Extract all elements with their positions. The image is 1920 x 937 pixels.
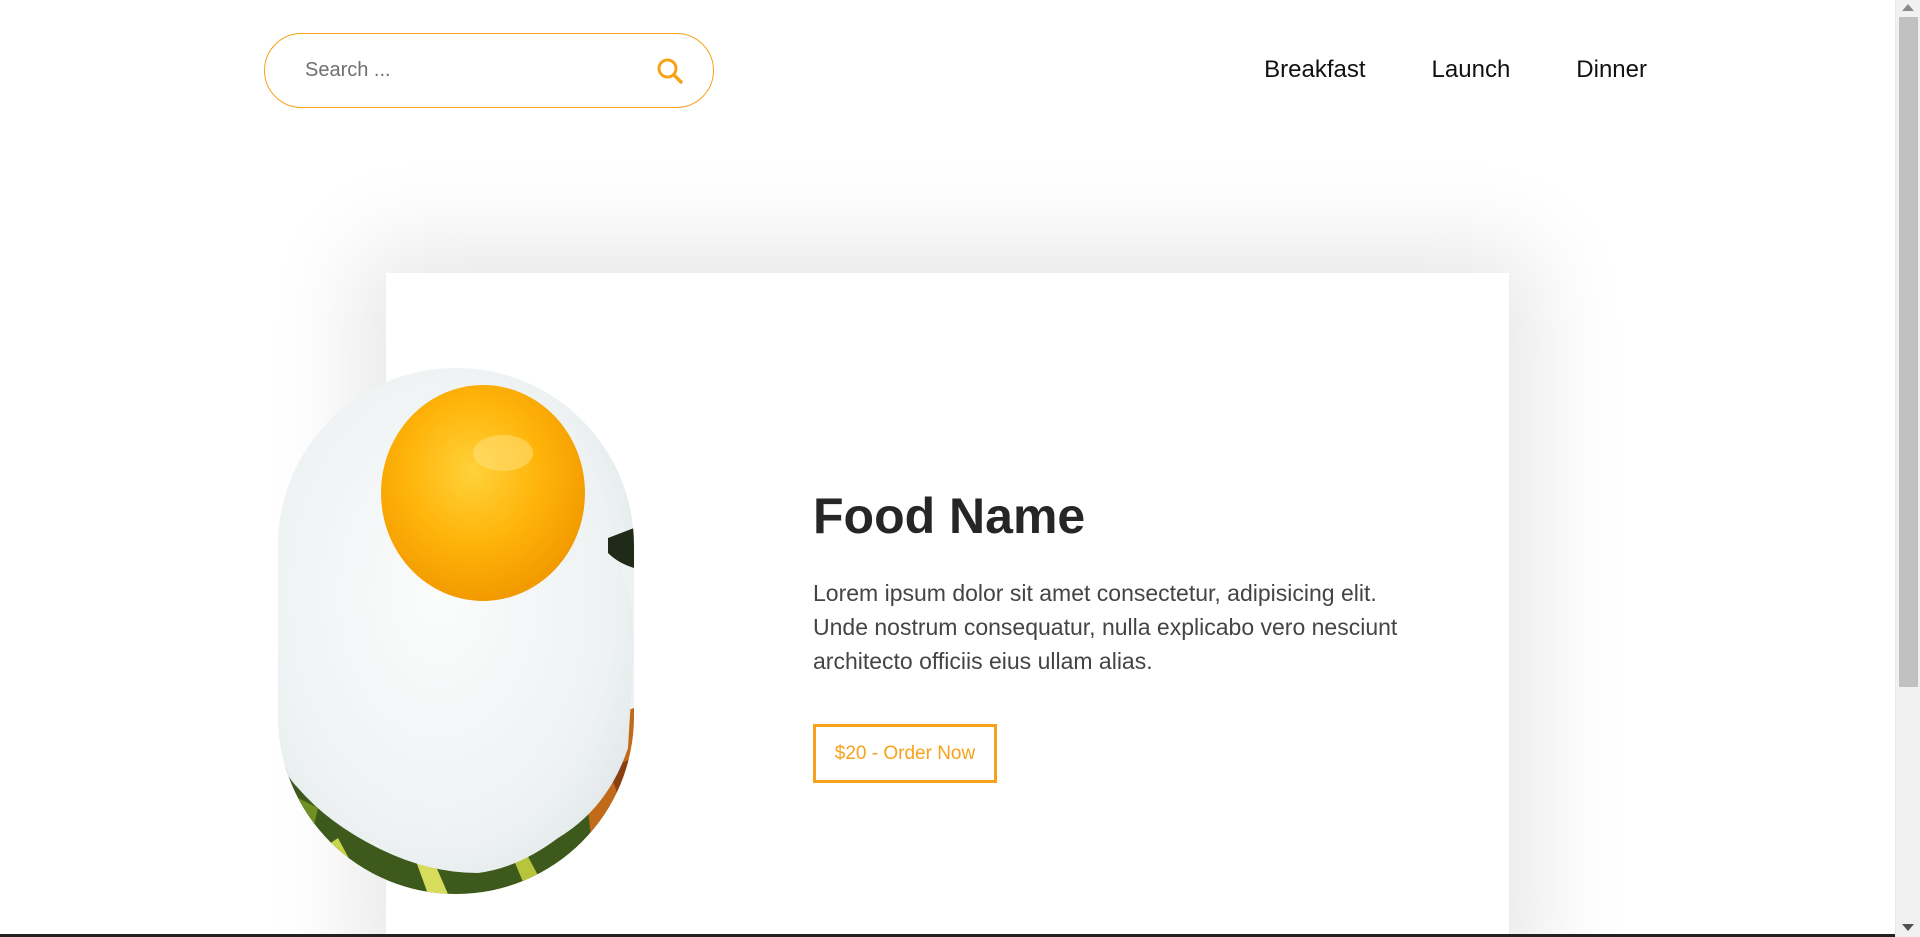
main-nav: Breakfast Launch Dinner <box>1264 55 1647 85</box>
food-description: Lorem ipsum dolor sit amet consectetur, … <box>813 580 1398 674</box>
nav-item-breakfast[interactable]: Breakfast <box>1264 55 1365 85</box>
search-input[interactable] <box>305 50 635 91</box>
nav-item-dinner[interactable]: Dinner <box>1576 55 1647 85</box>
search-box[interactable] <box>264 33 714 108</box>
scroll-thumb[interactable] <box>1899 17 1918 687</box>
vertical-scrollbar[interactable] <box>1895 0 1920 937</box>
order-now-button[interactable]: $20 - Order Now <box>813 724 997 783</box>
page: Breakfast Launch Dinner <box>0 0 1920 937</box>
scroll-up-icon[interactable] <box>1902 4 1914 11</box>
food-title: Food Name <box>813 488 1086 544</box>
scroll-down-icon[interactable] <box>1902 924 1914 931</box>
search-icon[interactable] <box>655 56 685 86</box>
fried-egg-image <box>278 368 634 894</box>
food-image <box>278 368 634 894</box>
nav-item-launch[interactable]: Launch <box>1432 55 1511 85</box>
